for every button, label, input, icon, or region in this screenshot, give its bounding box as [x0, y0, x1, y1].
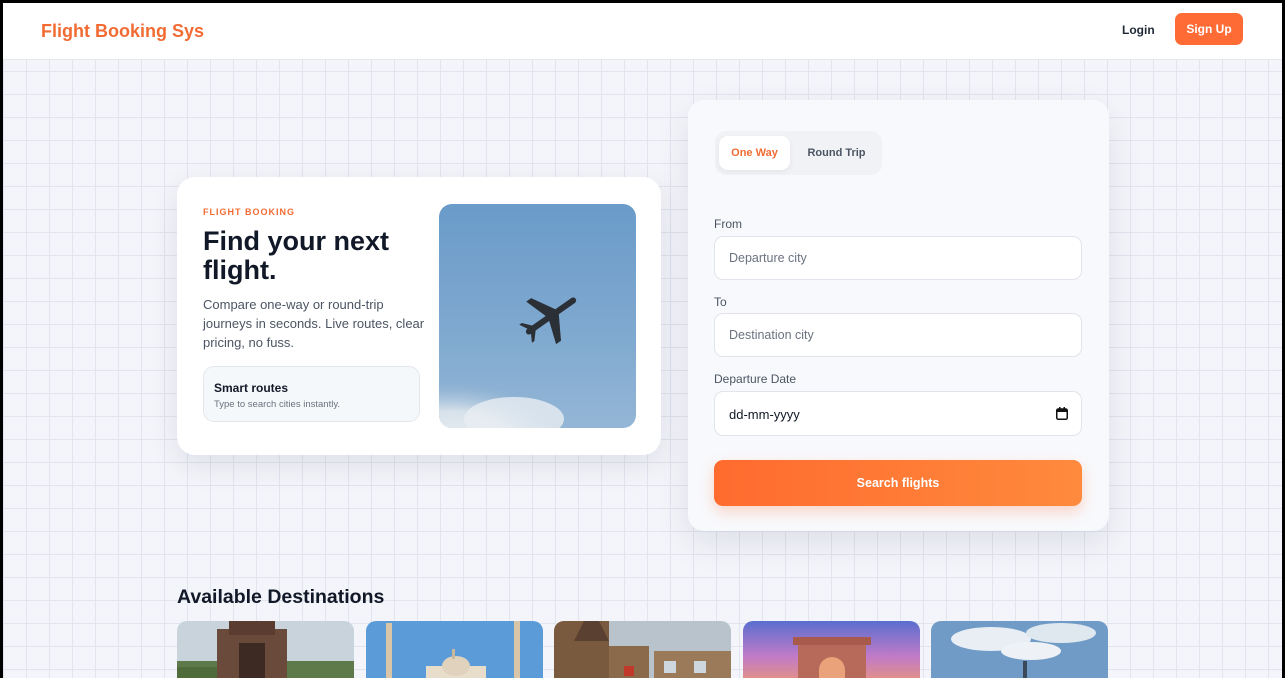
- hero-eyebrow: FLIGHT BOOKING: [203, 207, 295, 217]
- destination-card-1[interactable]: [177, 621, 354, 678]
- gothic-station-photo: [554, 621, 731, 678]
- hero-card: FLIGHT BOOKING Find your next flight. Co…: [177, 177, 661, 455]
- departure-date-input[interactable]: dd-mm-yyyy: [714, 391, 1082, 436]
- calendar-icon[interactable]: [1056, 407, 1068, 425]
- destination-card-5[interactable]: [931, 621, 1108, 678]
- smart-routes-title: Smart routes: [214, 381, 289, 395]
- to-input[interactable]: [714, 313, 1082, 357]
- india-gate-sunset-photo: [743, 621, 920, 678]
- smart-routes-subtitle: Type to search cities instantly.: [214, 399, 341, 410]
- destination-card-3[interactable]: [554, 621, 731, 678]
- tab-round-trip[interactable]: Round Trip: [795, 136, 878, 170]
- departure-date-label: Departure Date: [714, 372, 797, 386]
- app-frame: Flight Booking Sys Login Sign Up FLIGHT …: [3, 3, 1282, 678]
- destinations-heading: Available Destinations: [177, 586, 385, 608]
- search-panel: One Way Round Trip From To Departure Dat…: [688, 100, 1109, 531]
- trip-type-toggle: One Way Round Trip: [715, 131, 882, 175]
- from-label: From: [714, 217, 742, 231]
- stone-tower-photo: [177, 621, 354, 678]
- to-label: To: [714, 295, 727, 309]
- brand-logo[interactable]: Flight Booking Sys: [41, 21, 204, 42]
- smart-routes-card: Smart routes Type to search cities insta…: [203, 366, 420, 422]
- search-flights-button[interactable]: Search flights: [714, 460, 1082, 506]
- minaret-palace-photo: [366, 621, 543, 678]
- from-input[interactable]: [714, 236, 1082, 280]
- signup-button[interactable]: Sign Up: [1175, 13, 1243, 45]
- city-sky-photo: [931, 621, 1108, 678]
- login-link[interactable]: Login: [1122, 23, 1155, 37]
- hero-description: Compare one-way or round-trip journeys i…: [203, 297, 425, 350]
- tab-one-way[interactable]: One Way: [719, 136, 790, 170]
- hero-title: Find your next flight.: [203, 226, 390, 285]
- destination-card-4[interactable]: [743, 621, 920, 678]
- airplane-photo: [439, 204, 636, 428]
- destination-card-2[interactable]: [366, 621, 543, 678]
- top-navbar: Flight Booking Sys Login Sign Up: [3, 3, 1282, 60]
- date-placeholder: dd-mm-yyyy: [729, 407, 800, 422]
